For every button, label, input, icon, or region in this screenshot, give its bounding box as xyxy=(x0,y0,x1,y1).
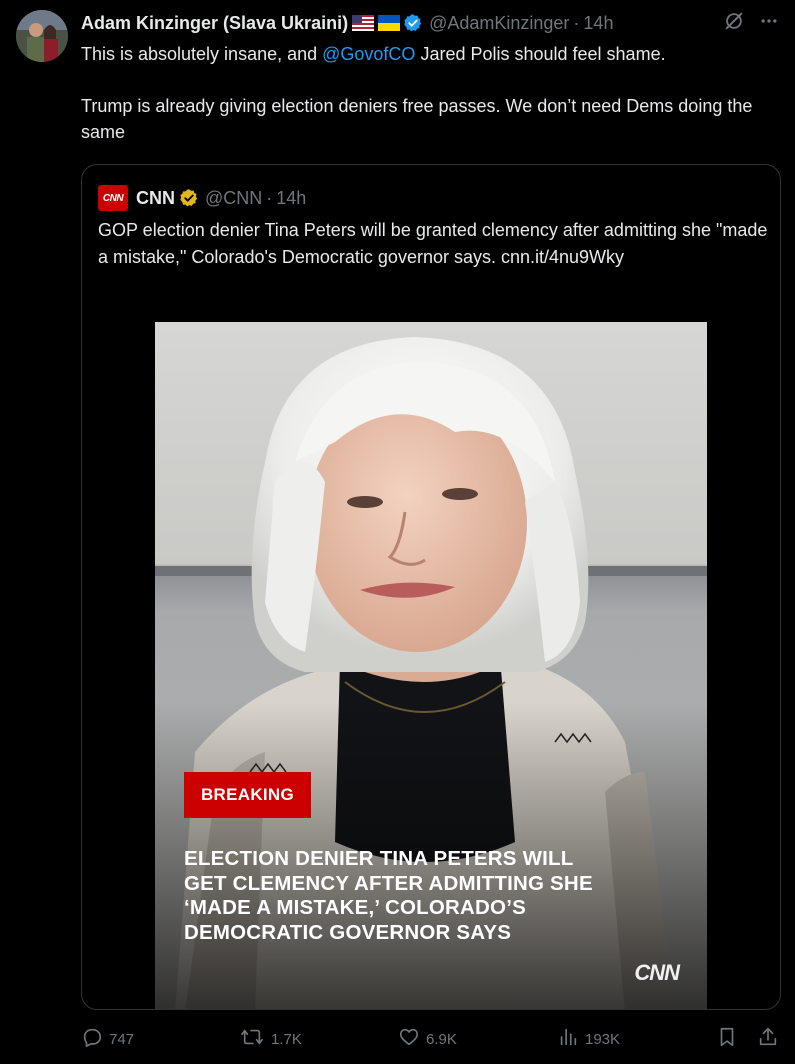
header-separator: · xyxy=(573,12,580,33)
tweet-line-1: This is absolutely insane, and @GovofCO … xyxy=(81,41,781,67)
tweet-line-2: Trump is already giving election deniers… xyxy=(81,96,753,142)
tweet-body: This is absolutely insane, and @GovofCO … xyxy=(81,41,781,145)
author-display-name[interactable]: Adam Kinzinger (Slava Ukraini) xyxy=(81,13,348,34)
headline-line: GET CLEMENCY AFTER ADMITTING SHE xyxy=(184,871,593,895)
author-avatar[interactable] xyxy=(16,10,68,62)
reply-icon xyxy=(81,1026,109,1052)
like-button[interactable]: 6.9K xyxy=(398,1026,457,1052)
quote-timestamp[interactable]: 14h xyxy=(276,188,306,209)
analytics-icon xyxy=(557,1026,585,1052)
bookmark-button[interactable] xyxy=(717,1026,743,1052)
headline-line: ‘MADE A MISTAKE,’ COLORADO’S xyxy=(184,896,526,919)
share-button[interactable] xyxy=(757,1026,785,1052)
verified-badge-icon[interactable] xyxy=(403,13,423,33)
share-icon xyxy=(757,1026,785,1052)
heart-icon xyxy=(398,1026,426,1052)
views-button[interactable]: 193K xyxy=(557,1026,620,1052)
breaking-badge: BREAKING xyxy=(184,772,311,818)
quote-header: CNN CNN @CNN · 14h xyxy=(98,185,306,211)
cnn-logo-text: CNN xyxy=(102,192,124,204)
ukraine-flag-icon xyxy=(378,15,401,31)
header-actions xyxy=(723,10,779,37)
repost-button[interactable]: 1.7K xyxy=(239,1026,302,1052)
repost-icon xyxy=(239,1026,271,1052)
us-flag-icon xyxy=(352,15,375,31)
tweet-text-part: Jared Polis should feel shame. xyxy=(415,44,666,64)
reply-count: 747 xyxy=(109,1030,135,1048)
cnn-avatar[interactable]: CNN xyxy=(98,185,128,211)
bookmark-icon xyxy=(717,1026,743,1052)
tweet-timestamp[interactable]: 14h xyxy=(583,13,613,34)
tweet-header: Adam Kinzinger (Slava Ukraini) @AdamKinz… xyxy=(81,11,779,35)
media-headline: ELECTION DENIER TINA PETERS WILL GET CLE… xyxy=(184,847,684,945)
quote-author-handle[interactable]: @CNN xyxy=(205,188,262,209)
more-options-icon[interactable] xyxy=(759,11,779,36)
like-count: 6.9K xyxy=(426,1030,457,1048)
quote-media-image[interactable]: BREAKING ELECTION DENIER TINA PETERS WIL… xyxy=(155,322,707,1009)
tweet-action-bar: 747 1.7K 6.9K 193K xyxy=(81,1026,781,1054)
quote-separator: · xyxy=(266,187,273,208)
reply-button[interactable]: 747 xyxy=(81,1026,134,1052)
gold-verified-badge-icon[interactable] xyxy=(179,188,199,208)
headline-line: ELECTION DENIER TINA PETERS WILL xyxy=(184,847,574,870)
headline-line: DEMOCRATIC GOVERNOR SAYS xyxy=(184,920,512,944)
grok-icon[interactable] xyxy=(723,10,745,37)
repost-count: 1.7K xyxy=(271,1030,302,1048)
quote-author-name[interactable]: CNN xyxy=(136,188,175,209)
cnn-watermark-logo: CNN xyxy=(634,960,680,985)
quote-text: GOP election denier Tina Peters will be … xyxy=(98,220,768,267)
views-count: 193K xyxy=(585,1030,621,1048)
quoted-tweet[interactable]: CNN CNN @CNN · 14h GOP election denier T… xyxy=(81,164,781,1010)
mention-link[interactable]: @GovofCO xyxy=(322,44,415,64)
author-handle[interactable]: @AdamKinzinger xyxy=(429,13,569,34)
tweet-text-part: This is absolutely insane, and xyxy=(81,44,323,64)
